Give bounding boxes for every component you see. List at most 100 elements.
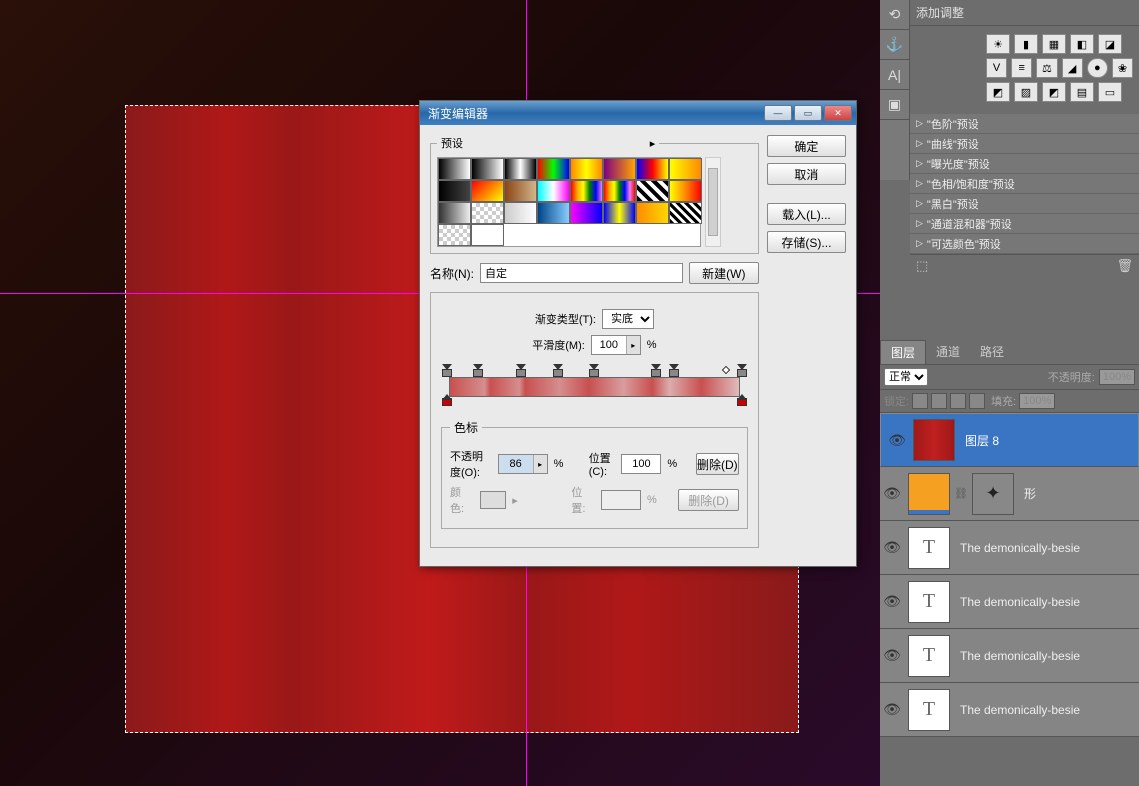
disclosure-icon[interactable]: ▷ [916, 238, 923, 249]
disclosure-icon[interactable]: ▷ [916, 158, 923, 169]
layer-name[interactable]: 形 [1018, 485, 1139, 502]
preset-swatch[interactable] [603, 202, 636, 224]
opacity-stop[interactable] [473, 364, 483, 376]
preset-swatch[interactable] [669, 158, 702, 180]
preset-name[interactable]: "色相/饱和度"预设 [927, 176, 1015, 192]
preset-swatch[interactable] [504, 202, 537, 224]
maximize-button[interactable]: ▭ [794, 105, 822, 121]
visibility-icon[interactable]: 👁 [880, 485, 904, 502]
layer-mask-thumbnail[interactable]: ✦ [972, 473, 1014, 515]
dialog-titlebar[interactable]: 渐变编辑器 — ▭ ✕ [420, 101, 856, 125]
preset-swatch[interactable] [603, 180, 636, 202]
preset-swatch[interactable] [504, 180, 537, 202]
layer-name[interactable]: The demonically-besie [954, 649, 1139, 663]
opacity-stop[interactable] [442, 364, 452, 376]
layer-row[interactable]: 👁TThe demonically-besie [880, 629, 1139, 683]
preset-name[interactable]: "色阶"预设 [927, 116, 979, 132]
history-icon[interactable]: ⟲ [880, 0, 909, 30]
layer-row[interactable]: 👁TThe demonically-besie [880, 521, 1139, 575]
text-layer-thumbnail[interactable]: T [908, 689, 950, 731]
close-button[interactable]: ✕ [824, 105, 852, 121]
layer-thumbnail[interactable] [913, 419, 955, 461]
adjustment-expand-icon[interactable]: ⬚ [916, 258, 928, 274]
layer-name[interactable]: The demonically-besie [954, 595, 1139, 609]
presets-scrollbar[interactable] [705, 157, 721, 247]
disclosure-icon[interactable]: ▷ [916, 198, 923, 209]
opacity-dropdown-icon[interactable]: ▸ [533, 455, 547, 473]
disclosure-icon[interactable]: ▷ [916, 178, 923, 189]
adjustment-button[interactable]: V [986, 58, 1007, 78]
minimize-button[interactable]: — [764, 105, 792, 121]
preset-swatch[interactable] [636, 202, 669, 224]
preset-name[interactable]: "黑白"预设 [927, 196, 979, 212]
visibility-icon[interactable]: 👁 [880, 539, 904, 556]
adjustment-button[interactable]: ▨ [1014, 82, 1038, 102]
preset-swatch[interactable] [537, 202, 570, 224]
disclosure-icon[interactable]: ▷ [916, 118, 923, 129]
opacity-stop[interactable] [516, 364, 526, 376]
preset-name[interactable]: "曝光度"预设 [927, 156, 990, 172]
delete-opacity-stop-button[interactable]: 删除(D) [696, 453, 739, 475]
disclosure-icon[interactable]: ▷ [916, 218, 923, 229]
midpoint-diamond[interactable] [722, 366, 730, 374]
opacity-stop[interactable] [589, 364, 599, 376]
visibility-icon[interactable]: 👁 [880, 701, 904, 718]
load-button[interactable]: 载入(L)... [767, 203, 846, 225]
gradient-strip[interactable] [449, 377, 740, 397]
opacity-stop[interactable] [737, 364, 747, 376]
preset-swatch[interactable] [537, 158, 570, 180]
lock-pixels-icon[interactable] [931, 393, 947, 409]
preset-swatch[interactable] [438, 202, 471, 224]
preset-swatch[interactable] [438, 180, 471, 202]
stop-opacity-input[interactable] [499, 455, 533, 473]
stop-location-input[interactable] [621, 454, 661, 474]
actions-icon[interactable]: ⚓ [880, 30, 909, 60]
layer-row[interactable]: 👁T The demonically-besie [880, 683, 1139, 737]
smoothness-input[interactable] [592, 336, 626, 354]
adjustment-button[interactable]: ◪ [1098, 34, 1122, 54]
adjustment-preset-item[interactable]: ▷ "黑白"预设 [910, 194, 1139, 214]
character-icon[interactable]: A| [880, 60, 909, 90]
smoothness-dropdown-icon[interactable]: ▸ [626, 336, 640, 354]
visibility-icon[interactable]: 👁 [880, 647, 904, 664]
adjustment-trash-icon[interactable]: 🗑 [1116, 258, 1133, 274]
adjustment-preset-item[interactable]: ▷ "可选颜色"预设 [910, 234, 1139, 254]
adjustment-button[interactable]: ⚖ [1036, 58, 1057, 78]
adjustment-button[interactable]: ≡ [1011, 58, 1032, 78]
color-stop[interactable] [442, 398, 452, 410]
panel-tab[interactable]: 通道 [926, 340, 970, 364]
adjustment-preset-item[interactable]: ▷"通道混和器"预设 [910, 214, 1139, 234]
preset-swatch[interactable] [570, 202, 603, 224]
adjustment-button[interactable]: ▤ [1070, 82, 1094, 102]
preset-swatch[interactable] [471, 202, 504, 224]
panel-tab[interactable]: 图层 [880, 340, 926, 364]
preset-name[interactable]: "可选颜色"预设 [927, 236, 1001, 252]
adjustment-preset-item[interactable]: ▷ "色相/饱和度"预设 [910, 174, 1139, 194]
adjustment-button[interactable]: ▦ [1042, 34, 1066, 54]
preset-swatch[interactable] [570, 158, 603, 180]
new-button[interactable]: 新建(W) [689, 262, 759, 284]
preset-swatch[interactable] [537, 180, 570, 202]
adjustment-button[interactable]: ◧ [1070, 34, 1094, 54]
blend-mode-select[interactable]: 正常 [884, 368, 928, 386]
adjustment-button[interactable]: ❀ [1112, 58, 1133, 78]
layer-name[interactable]: 图层 8 [959, 432, 1134, 449]
preset-swatch[interactable] [438, 158, 471, 180]
opacity-stop[interactable] [669, 364, 679, 376]
preset-swatch[interactable] [471, 180, 504, 202]
adjustment-button[interactable]: ● [1087, 58, 1108, 78]
layer-thumbnail[interactable] [908, 473, 950, 515]
adjustment-preset-item[interactable]: ▷ "色阶"预设 [910, 114, 1139, 134]
adjustment-button[interactable]: ▭ [1098, 82, 1122, 102]
preset-swatch[interactable] [504, 158, 537, 180]
fill-value[interactable]: 100% [1019, 393, 1055, 409]
preset-swatch[interactable] [603, 158, 636, 180]
gradient-bar[interactable] [441, 363, 748, 411]
preset-swatch[interactable] [636, 180, 669, 202]
color-stop[interactable] [737, 398, 747, 410]
preset-swatch[interactable] [471, 158, 504, 180]
lock-transparency-icon[interactable] [912, 393, 928, 409]
preset-swatch[interactable] [636, 158, 669, 180]
presets-menu-icon[interactable]: ▸ [650, 138, 656, 150]
layer-name[interactable]: The demonically-besie [954, 703, 1139, 717]
